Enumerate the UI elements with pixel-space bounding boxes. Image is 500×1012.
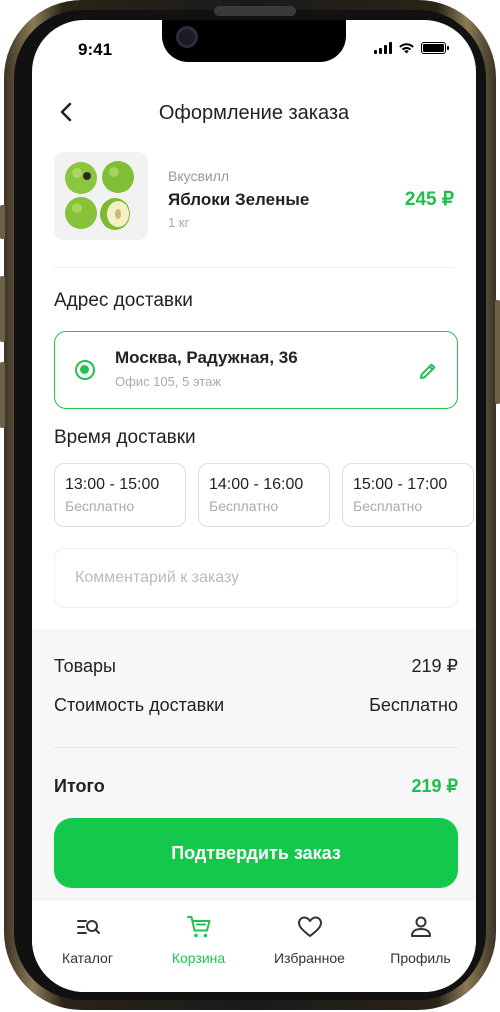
- divider: [54, 267, 454, 268]
- delivery-time-section-title: Время доставки: [54, 427, 196, 448]
- goods-row: Товары 219 ₽: [54, 656, 458, 677]
- comment-input[interactable]: [54, 548, 458, 608]
- tab-label: Профиль: [390, 950, 451, 966]
- time-slots: 13:00 - 15:00 Бесплатно 14:00 - 16:00 Бе…: [54, 463, 474, 527]
- tab-catalog[interactable]: Каталог: [32, 900, 143, 992]
- product-price: 245 ₽: [404, 189, 454, 210]
- product-name: Яблоки Зеленые: [168, 190, 310, 209]
- goods-label: Товары: [54, 656, 116, 676]
- page-title: Оформление заказа: [158, 102, 350, 124]
- total-label: Итого: [54, 776, 105, 796]
- confirm-order-button[interactable]: Подтвердить заказ: [54, 818, 458, 888]
- tab-cart[interactable]: Корзина: [143, 900, 254, 992]
- slot-price: Бесплатно: [353, 498, 423, 514]
- earpiece: [214, 6, 296, 16]
- power-button: [495, 300, 500, 404]
- slot-time: 13:00 - 15:00: [65, 476, 160, 493]
- divider: [54, 747, 458, 748]
- volume-up-button: [0, 276, 5, 342]
- tab-label: Избранное: [274, 950, 345, 966]
- cellular-signal-icon: [374, 42, 392, 54]
- product-weight: 1 кг: [168, 215, 190, 230]
- delivery-cost-label: Стоимость доставки: [54, 695, 225, 715]
- delivery-cost-row: Стоимость доставки Бесплатно: [54, 695, 458, 716]
- order-summary: Товары 219 ₽ Стоимость доставки Бесплатн…: [32, 629, 476, 899]
- address-section-title: Адрес доставки: [54, 290, 193, 311]
- time-slot[interactable]: 15:00 - 17:00 Бесплатно: [342, 463, 474, 527]
- catalog-search-icon: [76, 920, 100, 934]
- battery-icon: [421, 42, 449, 54]
- status-time: 9:41: [78, 40, 113, 59]
- wifi-icon: [399, 43, 414, 54]
- volume-down-button: [0, 362, 5, 428]
- tab-label: Каталог: [62, 950, 113, 966]
- slot-time: 14:00 - 16:00: [209, 476, 304, 493]
- front-camera: [176, 26, 198, 48]
- mute-switch: [0, 205, 5, 239]
- header: Оформление заказа: [32, 90, 476, 134]
- status-icons: [374, 42, 449, 54]
- green-apples-image: [65, 161, 134, 230]
- pencil-icon: [420, 363, 436, 379]
- phone-frame: 9:41 Оформление заказа Вкусвилл Яблоки З…: [0, 0, 500, 1010]
- time-slot[interactable]: 13:00 - 15:00 Бесплатно: [54, 463, 186, 527]
- cart-icon: [186, 916, 210, 938]
- slot-time: 15:00 - 17:00: [353, 476, 448, 493]
- time-slot[interactable]: 14:00 - 16:00 Бесплатно: [198, 463, 330, 527]
- slot-price: Бесплатно: [65, 498, 135, 514]
- profile-icon: [410, 916, 431, 937]
- edit-address-button[interactable]: [417, 360, 439, 382]
- delivery-cost-value: Бесплатно: [369, 695, 458, 715]
- tab-bar: Каталог Корзина Избранное Профиль: [32, 899, 476, 992]
- screen: 9:41 Оформление заказа Вкусвилл Яблоки З…: [32, 20, 476, 992]
- address-radio[interactable]: [75, 360, 95, 380]
- total-row: Итого 219 ₽: [54, 776, 458, 797]
- slot-price: Бесплатно: [209, 498, 279, 514]
- product-vendor: Вкусвилл: [168, 168, 230, 184]
- total-value: 219 ₽: [411, 776, 459, 796]
- goods-value: 219 ₽: [411, 656, 459, 676]
- address-details: Офис 105, 5 этаж: [115, 374, 222, 389]
- product-image: [54, 152, 148, 240]
- address-card[interactable]: Москва, Радужная, 36 Офис 105, 5 этаж: [54, 331, 458, 409]
- notch: [162, 20, 346, 62]
- tab-profile[interactable]: Профиль: [365, 900, 476, 992]
- tab-label: Корзина: [171, 950, 226, 966]
- heart-icon: [297, 916, 322, 937]
- product-card: Вкусвилл Яблоки Зеленые 1 кг 245 ₽: [54, 152, 458, 242]
- tab-favorites[interactable]: Избранное: [254, 900, 365, 992]
- address-main: Москва, Радужная, 36: [115, 348, 298, 367]
